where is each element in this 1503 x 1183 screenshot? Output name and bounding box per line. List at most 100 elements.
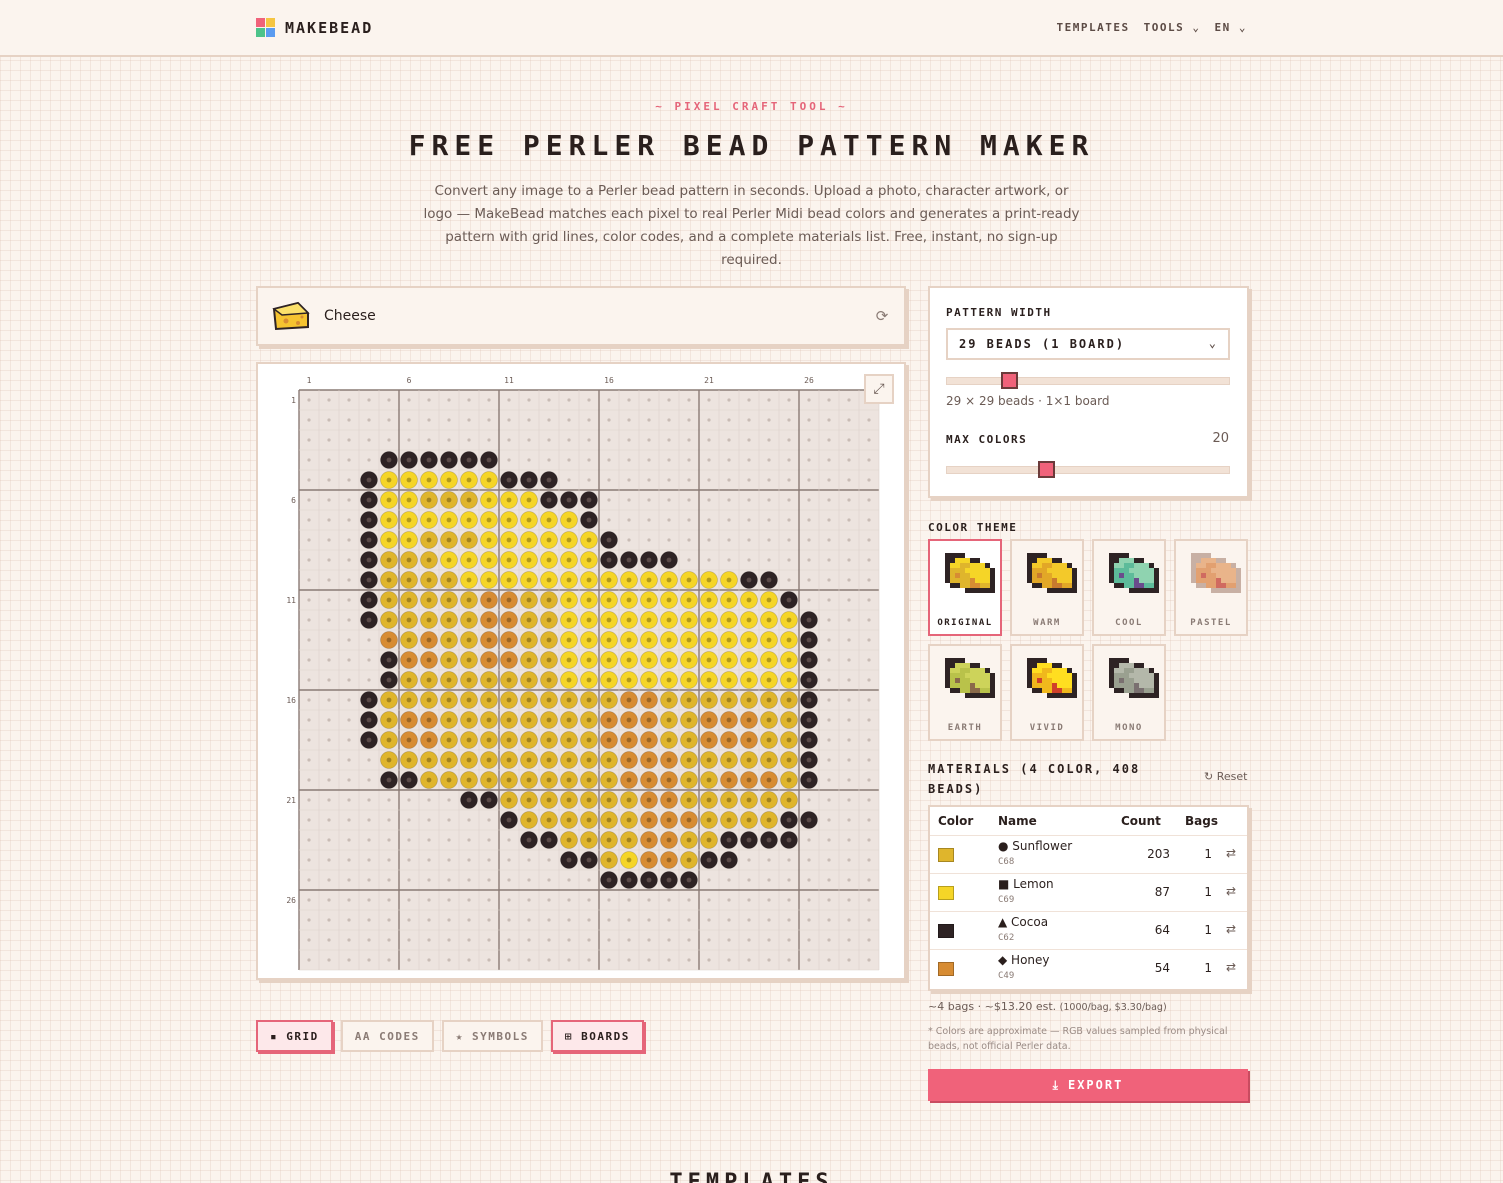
table-row: ◆ Honey C49 54 1 ⇄ [930, 949, 1247, 987]
theme-label: COOL [1115, 618, 1143, 628]
image-selector[interactable]: Cheese ⟳ [256, 286, 906, 346]
templates-heading: TEMPLATES [669, 1170, 834, 1183]
slider-thumb[interactable] [1000, 372, 1018, 389]
row-label: 11 [286, 596, 296, 605]
theme-pastel[interactable]: PASTEL [1174, 539, 1248, 636]
bead-bags: 1 [1204, 885, 1212, 899]
reset-button[interactable]: ↻ Reset [1204, 770, 1247, 783]
bead-code: C68 [998, 857, 1015, 867]
table-row: ■ Lemon C69 87 1 ⇄ [930, 873, 1247, 911]
chevron-down-icon: ⌄ [1208, 336, 1218, 350]
color-theme-grid: ORIGINAL WARM COOL PASTEL EARTH VIVID MONO [928, 539, 1250, 741]
view-toggles: ▪ GRID AA CODES ★ SYMBOLS ⊞ BOARDS [256, 1020, 644, 1052]
toggle-grid[interactable]: ▪ GRID [256, 1020, 333, 1052]
image-label: Cheese [324, 308, 376, 324]
bead-count: 87 [1154, 885, 1170, 899]
pattern-width-slider[interactable] [946, 372, 1230, 389]
logo[interactable]: MAKEBEAD [256, 18, 373, 37]
slider-thumb[interactable] [1038, 461, 1056, 478]
theme-preview-image [1027, 553, 1077, 593]
theme-earth[interactable]: EARTH [928, 644, 1002, 741]
bead-code: C62 [998, 933, 1015, 943]
theme-label: VIVID [1029, 723, 1065, 733]
theme-label: PASTEL [1190, 618, 1232, 628]
page-title: FREE PERLER BEAD PATTERN MAKER [408, 129, 1095, 162]
swap-icon[interactable]: ⇄ [1226, 846, 1236, 860]
materials-table: Color Name Count Bags ● Sunflower C68 203 1… [928, 805, 1249, 991]
disclaimer-note: * Colors are approximate — RGB values sa… [928, 1026, 1228, 1052]
bead-name: ▲ Cocoa [998, 915, 1049, 929]
settings-panel: PATTERN WIDTH 29 BEADS (1 BOARD) ⌄ 29 × … [928, 286, 1249, 498]
col-label: 26 [804, 376, 814, 385]
row-label: 16 [286, 696, 296, 705]
swap-icon[interactable]: ⇄ [1226, 922, 1236, 936]
hero-description: Convert any image to a Perler bead patte… [423, 183, 1080, 268]
bead-count: 64 [1154, 923, 1170, 937]
expand-icon: ⤢ [873, 381, 885, 397]
bead-bags: 1 [1204, 847, 1212, 861]
col-label: 6 [407, 376, 412, 385]
materials-summary: ~4 bags · ~$13.20 est. (1000/bag, $3.30/… [928, 1000, 1167, 1013]
col-label: 1 [307, 376, 312, 385]
bead-bags: 1 [1204, 923, 1212, 937]
table-row: ● Sunflower C68 203 1 ⇄ [930, 835, 1247, 873]
col-header-count: Count [1121, 814, 1161, 828]
col-label: 11 [504, 376, 514, 385]
toggle-symbols[interactable]: ★ SYMBOLS [441, 1020, 543, 1052]
summary-detail: (1000/bag, $3.30/bag) [1059, 1002, 1167, 1013]
nav-tools[interactable]: TOOLS ⌄ [1144, 21, 1201, 34]
cheese-icon [272, 301, 310, 331]
bead-code: C49 [998, 971, 1015, 981]
theme-original[interactable]: ORIGINAL [928, 539, 1002, 636]
pattern-size-text: 29 × 29 beads · 1×1 board [946, 394, 1110, 408]
nav-language[interactable]: EN ⌄ [1215, 21, 1248, 34]
theme-label: EARTH [947, 723, 983, 733]
col-header-color: Color [938, 814, 974, 828]
summary-text: ~4 bags · ~$13.20 est. [928, 1000, 1057, 1013]
col-header-name: Name [998, 814, 1037, 828]
col-header-bags: Bags [1185, 814, 1218, 828]
col-label: 21 [704, 376, 714, 385]
theme-preview-image [1027, 658, 1077, 698]
bead-count: 54 [1154, 961, 1170, 975]
theme-mono[interactable]: MONO [1092, 644, 1166, 741]
bead-grid: 1 6 11 16 21 261611162126 [286, 376, 880, 971]
export-button[interactable]: ⤓ EXPORT [928, 1069, 1248, 1101]
swap-icon[interactable]: ⇄ [1226, 960, 1236, 974]
toggle-codes[interactable]: AA CODES [340, 1020, 434, 1052]
theme-vivid[interactable]: VIVID [1010, 644, 1084, 741]
theme-preview-image [1109, 658, 1159, 698]
fullscreen-button[interactable]: ⤢ [864, 374, 894, 404]
color-swatch [938, 886, 954, 900]
pattern-width-label: PATTERN WIDTH [946, 306, 1052, 319]
max-colors-label: MAX COLORS [946, 433, 1028, 446]
color-swatch [938, 962, 954, 976]
pattern-width-value: 29 BEADS (1 BOARD) [959, 337, 1126, 351]
table-row: ▲ Cocoa C62 64 1 ⇄ [930, 911, 1247, 949]
pattern-width-select[interactable]: 29 BEADS (1 BOARD) ⌄ [946, 328, 1230, 360]
bead-count: 203 [1147, 847, 1170, 861]
theme-cool[interactable]: COOL [1092, 539, 1166, 636]
theme-preview-image [1191, 553, 1241, 593]
toggle-boards[interactable]: ⊞ BOARDS [550, 1020, 644, 1052]
theme-warm[interactable]: WARM [1010, 539, 1084, 636]
bead-code: C69 [998, 895, 1015, 905]
bead-name: ■ Lemon [998, 877, 1054, 891]
row-label: 1 [291, 396, 296, 405]
refresh-icon[interactable]: ⟳ [874, 308, 890, 324]
site-header: MAKEBEAD TEMPLATES TOOLS ⌄ EN ⌄ [0, 0, 1503, 57]
materials-title: MATERIALS (4 COLOR, 408 BEADS) [928, 762, 1141, 796]
row-label: 26 [286, 896, 296, 905]
color-theme-label: COLOR THEME [928, 521, 1018, 534]
theme-preview-image [945, 553, 995, 593]
hero-kicker: ~ PIXEL CRAFT TOOL ~ [655, 100, 848, 113]
swap-icon[interactable]: ⇄ [1226, 884, 1236, 898]
nav-templates[interactable]: TEMPLATES [1057, 21, 1130, 34]
max-colors-slider[interactable] [946, 461, 1230, 478]
export-label: EXPORT [1067, 1078, 1124, 1092]
bead-bags: 1 [1204, 961, 1212, 975]
pattern-preview: 1 6 11 16 21 26 1 6 11 16 21 26 ⤢ [256, 362, 906, 980]
logo-icon [256, 18, 275, 37]
row-label: 21 [286, 796, 296, 805]
bead-name: ● Sunflower [998, 839, 1073, 853]
